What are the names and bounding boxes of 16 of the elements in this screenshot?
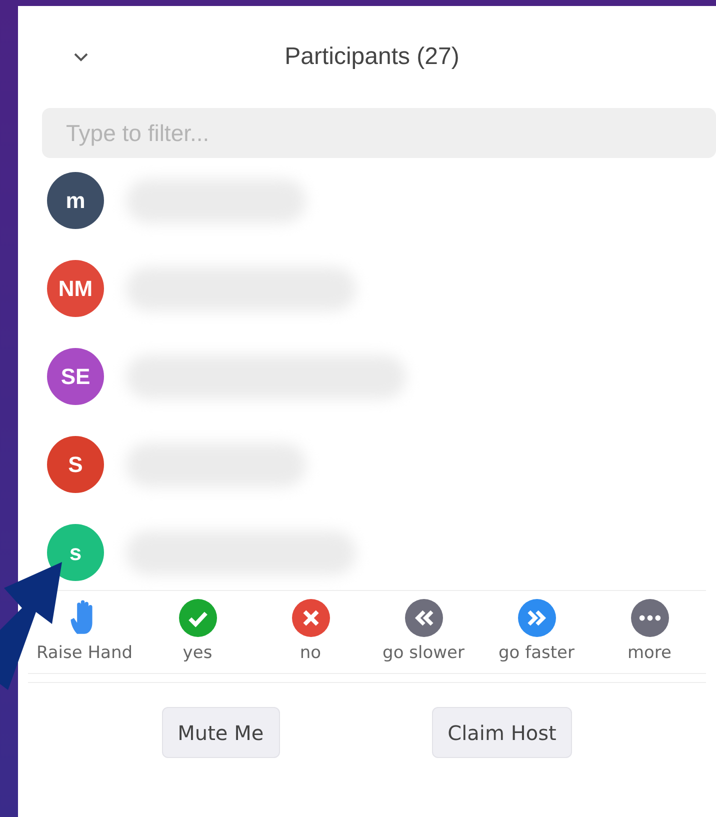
reaction-button[interactable]: yes: [141, 599, 254, 663]
action-button[interactable]: Claim Host: [432, 707, 572, 758]
action-button[interactable]: Mute Me: [162, 707, 280, 758]
reaction-button[interactable]: go slower: [367, 599, 480, 663]
reaction-button[interactable]: go faster: [480, 599, 593, 663]
avatar: m: [47, 172, 104, 229]
avatar: S: [47, 436, 104, 493]
avatar: s: [47, 524, 104, 581]
filter-field[interactable]: Type to filter...: [42, 108, 716, 158]
avatar: SE: [47, 348, 104, 405]
avatar: NM: [47, 260, 104, 317]
panel-title: Participants (27): [284, 43, 460, 71]
reaction-button[interactable]: no: [254, 599, 367, 663]
reaction-button[interactable]: more: [593, 599, 706, 663]
chevron-down-icon[interactable]: [74, 52, 88, 62]
reaction-button[interactable]: Raise Hand: [28, 599, 141, 663]
